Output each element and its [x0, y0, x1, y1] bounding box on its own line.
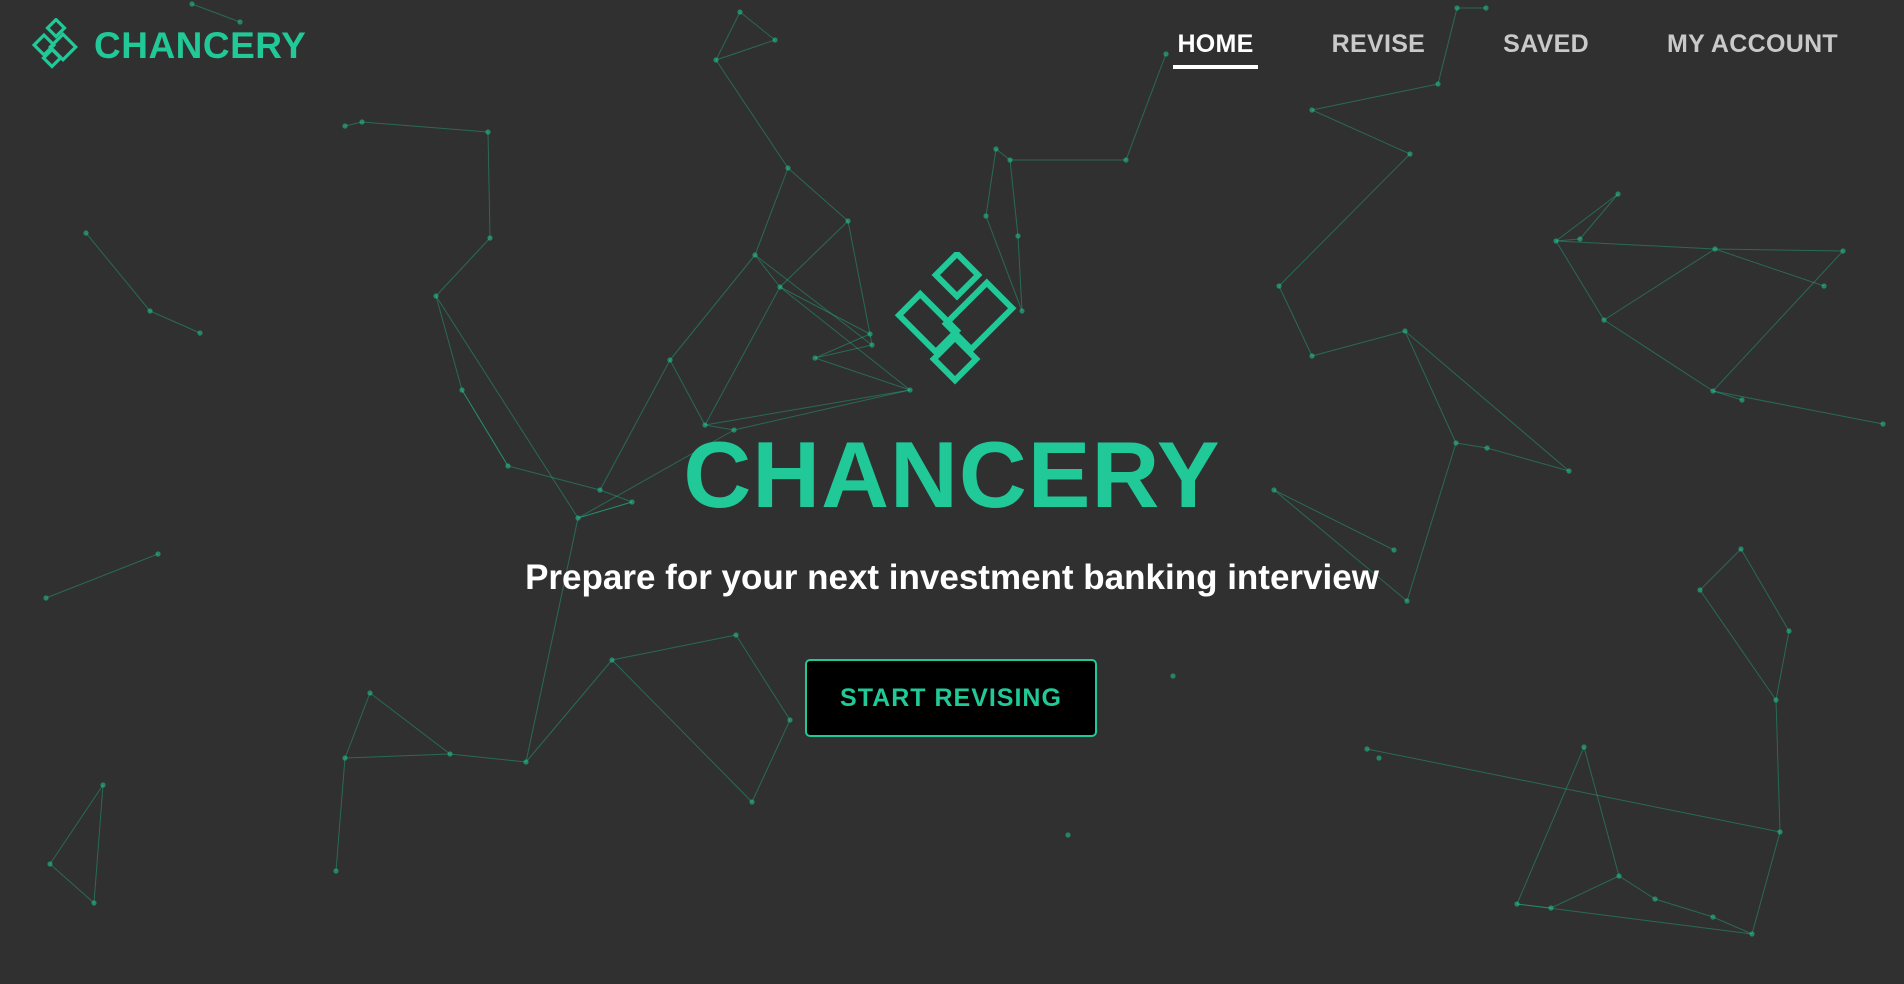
- hero-title: CHANCERY: [683, 422, 1221, 527]
- start-revising-button[interactable]: START REVISING: [805, 659, 1097, 737]
- nav-item-home[interactable]: HOME: [1173, 24, 1258, 69]
- nav-item-my-account[interactable]: MY ACCOUNT: [1663, 24, 1842, 69]
- hero-subtitle: Prepare for your next investment banking…: [525, 558, 1379, 597]
- site-header: CHANCERY HOME REVISE SAVED MY ACCOUNT: [0, 0, 1904, 92]
- nav-item-saved[interactable]: SAVED: [1499, 24, 1593, 69]
- chancery-hero-logo-icon: [894, 252, 1017, 385]
- brand-home-link[interactable]: CHANCERY: [30, 18, 306, 74]
- chancery-logo-icon: [31, 18, 78, 69]
- brand-name: CHANCERY: [94, 25, 307, 66]
- nav-item-revise[interactable]: REVISE: [1328, 24, 1430, 69]
- main-nav: HOME REVISE SAVED MY ACCOUNT: [1103, 24, 1842, 69]
- landing-page: CHANCERY HOME REVISE SAVED MY ACCOUNT CH…: [0, 0, 1904, 984]
